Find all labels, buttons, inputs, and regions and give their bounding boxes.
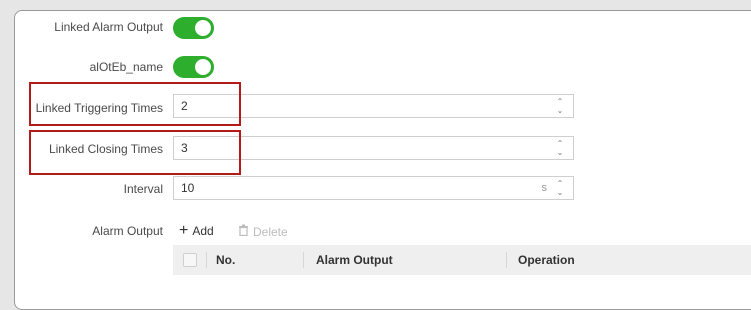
column-divider: [206, 252, 207, 268]
add-label: Add: [192, 224, 214, 238]
column-header-no: No.: [216, 253, 236, 267]
delete-button[interactable]: Delete: [238, 224, 288, 239]
interval-spinner[interactable]: ⌃ ⌄: [553, 178, 567, 198]
column-header-operation: Operation: [518, 253, 575, 267]
closing-times-spinner[interactable]: ⌃ ⌄: [553, 138, 567, 158]
interval-label: Interval: [123, 182, 163, 196]
closing-times-label: Linked Closing Times: [48, 142, 163, 156]
column-divider: [506, 252, 507, 268]
toggle-knob: [195, 59, 211, 75]
add-button[interactable]: + Add: [179, 222, 214, 239]
delete-label: Delete: [253, 224, 288, 239]
interval-input[interactable]: [174, 177, 542, 199]
chevron-up-icon[interactable]: ⌃: [557, 179, 564, 188]
linked-alarm-output-toggle[interactable]: [173, 17, 214, 39]
interval-unit: s: [541, 182, 548, 194]
chevron-down-icon[interactable]: ⌄: [557, 106, 564, 115]
column-header-alarm-output: Alarm Output: [316, 253, 393, 267]
triggering-times-spinner[interactable]: ⌃ ⌄: [553, 96, 567, 116]
triggering-times-label: Linked Triggering Times: [35, 101, 163, 115]
triggering-times-input[interactable]: [174, 95, 553, 117]
chevron-up-icon[interactable]: ⌃: [557, 97, 564, 106]
alarm-name-label: alOtEb_name: [89, 60, 163, 74]
select-all-checkbox[interactable]: [183, 253, 197, 267]
interval-field[interactable]: s ⌃ ⌄: [173, 176, 574, 200]
triggering-times-field[interactable]: ⌃ ⌄: [173, 94, 574, 118]
linked-alarm-output-label: Linked Alarm Output: [54, 20, 163, 34]
plus-icon: +: [179, 222, 189, 239]
alarm-output-label: Alarm Output: [92, 224, 163, 238]
alarm-name-toggle[interactable]: [173, 56, 214, 78]
closing-times-input[interactable]: [174, 137, 553, 159]
column-divider: [303, 252, 304, 268]
closing-times-field[interactable]: ⌃ ⌄: [173, 136, 574, 160]
alarm-output-table-header: No. Alarm Output Operation: [173, 245, 751, 275]
chevron-down-icon[interactable]: ⌄: [557, 188, 564, 197]
trash-icon: [238, 224, 249, 239]
chevron-up-icon[interactable]: ⌃: [557, 139, 564, 148]
toggle-knob: [195, 20, 211, 36]
chevron-down-icon[interactable]: ⌄: [557, 148, 564, 157]
